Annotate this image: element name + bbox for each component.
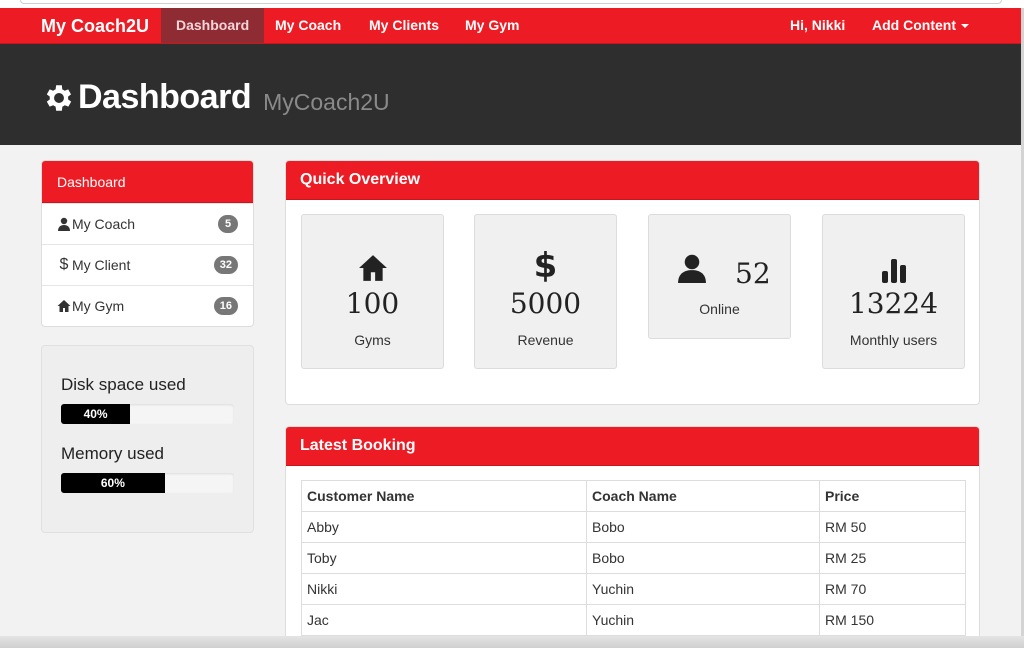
coach-cell: Yuchin	[586, 573, 820, 605]
user-icon	[678, 254, 706, 283]
column-header: Coach Name	[586, 480, 820, 512]
sidebar-item-my-client[interactable]: $ My Client 32	[42, 244, 253, 285]
user-greeting[interactable]: Hi, Nikki	[775, 8, 860, 43]
top-navbar: My Coach2U Dashboard My Coach My Clients…	[0, 8, 1021, 44]
disk-space-label: Disk space used	[61, 375, 186, 394]
booking-table: Customer Name Coach Name Price Abby Bobo…	[301, 480, 966, 636]
nav-dashboard[interactable]: Dashboard	[161, 8, 265, 43]
stat-card-online[interactable]: 52 Online	[648, 214, 791, 339]
stat-value: 5000	[509, 287, 582, 320]
window-bottom-edge	[0, 636, 1024, 648]
disk-space-progress: 40%	[61, 404, 234, 424]
page-subtitle: MyCoach2U	[263, 89, 390, 115]
stat-card-revenue[interactable]: $ 5000 Revenue	[474, 214, 617, 369]
table-row[interactable]: Jac Yuchin RM 150	[301, 604, 966, 636]
disk-space-bar: 40%	[61, 404, 131, 424]
count-badge: 16	[213, 297, 238, 315]
panel-title: Quick Overview	[286, 161, 979, 200]
table-row[interactable]: Nikki Yuchin RM 70	[301, 573, 966, 605]
usage-panel: Disk space used 40% Memory used 60%	[41, 345, 254, 533]
home-icon	[57, 300, 71, 312]
count-badge: 32	[213, 256, 238, 274]
sidebar-menu: Dashboard My Coach 5 $ My Client 32 My G…	[41, 160, 254, 327]
price-cell: RM 150	[819, 604, 966, 636]
home-icon	[358, 255, 387, 281]
gear-icon	[46, 84, 72, 111]
price-cell: RM 50	[819, 511, 966, 543]
user-icon	[58, 217, 70, 231]
stat-icon-wrap	[676, 253, 708, 283]
address-bar-edge	[20, 0, 1002, 4]
stat-value: 13224	[848, 287, 939, 320]
panel-title: Latest Booking	[286, 427, 979, 466]
stat-card-gyms[interactable]: 100 Gyms	[301, 214, 444, 369]
memory-label: Memory used	[61, 444, 164, 463]
stat-icon-wrap: $	[475, 247, 616, 285]
stat-value: 52	[735, 257, 771, 290]
stat-label: Online	[699, 301, 740, 317]
sidebar-item-dashboard[interactable]: Dashboard	[42, 161, 253, 203]
stat-label: Gyms	[354, 332, 391, 348]
coach-cell: Yuchin	[586, 604, 820, 636]
caret-down-icon	[960, 24, 969, 29]
coach-cell: Bobo	[586, 542, 820, 574]
dollar-icon: $	[59, 256, 69, 273]
price-cell: RM 70	[819, 573, 966, 605]
customer-cell: Abby	[301, 511, 587, 543]
sidebar-item-label: My Coach	[72, 216, 136, 232]
nav-my-clients[interactable]: My Clients	[354, 8, 454, 43]
page-title-group: Dashboard MyCoach2U	[42, 78, 390, 117]
price-cell: RM 25	[819, 542, 966, 574]
add-content-label: Add Content	[872, 17, 956, 33]
memory-progress: 60%	[61, 473, 234, 493]
page-title: Dashboard	[78, 78, 252, 116]
sidebar-item-label: My Gym	[72, 298, 125, 314]
customer-cell: Nikki	[301, 573, 587, 605]
stat-icon-wrap	[823, 255, 964, 283]
table-header-row: Customer Name Coach Name Price	[301, 480, 966, 512]
stat-value: 100	[345, 287, 400, 320]
table-row[interactable]: Abby Bobo RM 50	[301, 511, 966, 543]
nav-my-coach[interactable]: My Coach	[260, 8, 356, 43]
add-content-dropdown[interactable]: Add Content	[857, 8, 984, 43]
coach-cell: Bobo	[586, 511, 820, 543]
latest-booking-panel: Latest Booking Customer Name Coach Name …	[285, 426, 980, 648]
bar-chart-icon	[881, 259, 906, 283]
customer-cell: Jac	[301, 604, 587, 636]
sidebar-item-label: My Client	[72, 257, 131, 273]
memory-bar: 60%	[61, 473, 165, 493]
nav-my-gym[interactable]: My Gym	[450, 8, 534, 43]
stat-label: Monthly users	[849, 332, 938, 348]
quick-overview-panel: Quick Overview 100 Gyms $ 5000 Revenue 5…	[285, 160, 980, 405]
brand-logo[interactable]: My Coach2U	[41, 8, 149, 44]
stat-card-monthly-users[interactable]: 13224 Monthly users	[822, 214, 965, 369]
stat-icon-wrap	[302, 253, 443, 283]
customer-cell: Toby	[301, 542, 587, 574]
table-row[interactable]: Toby Bobo RM 25	[301, 542, 966, 574]
stat-label: Revenue	[517, 332, 574, 348]
count-badge: 5	[218, 215, 238, 233]
sidebar-item-my-coach[interactable]: My Coach 5	[42, 203, 253, 244]
dollar-icon: $	[533, 246, 558, 286]
sidebar-item-my-gym[interactable]: My Gym 16	[42, 285, 253, 326]
column-header: Customer Name	[301, 480, 587, 512]
browser-top-strip	[0, 0, 1024, 8]
column-header: Price	[819, 480, 966, 512]
page-header: Dashboard MyCoach2U	[0, 44, 1021, 145]
